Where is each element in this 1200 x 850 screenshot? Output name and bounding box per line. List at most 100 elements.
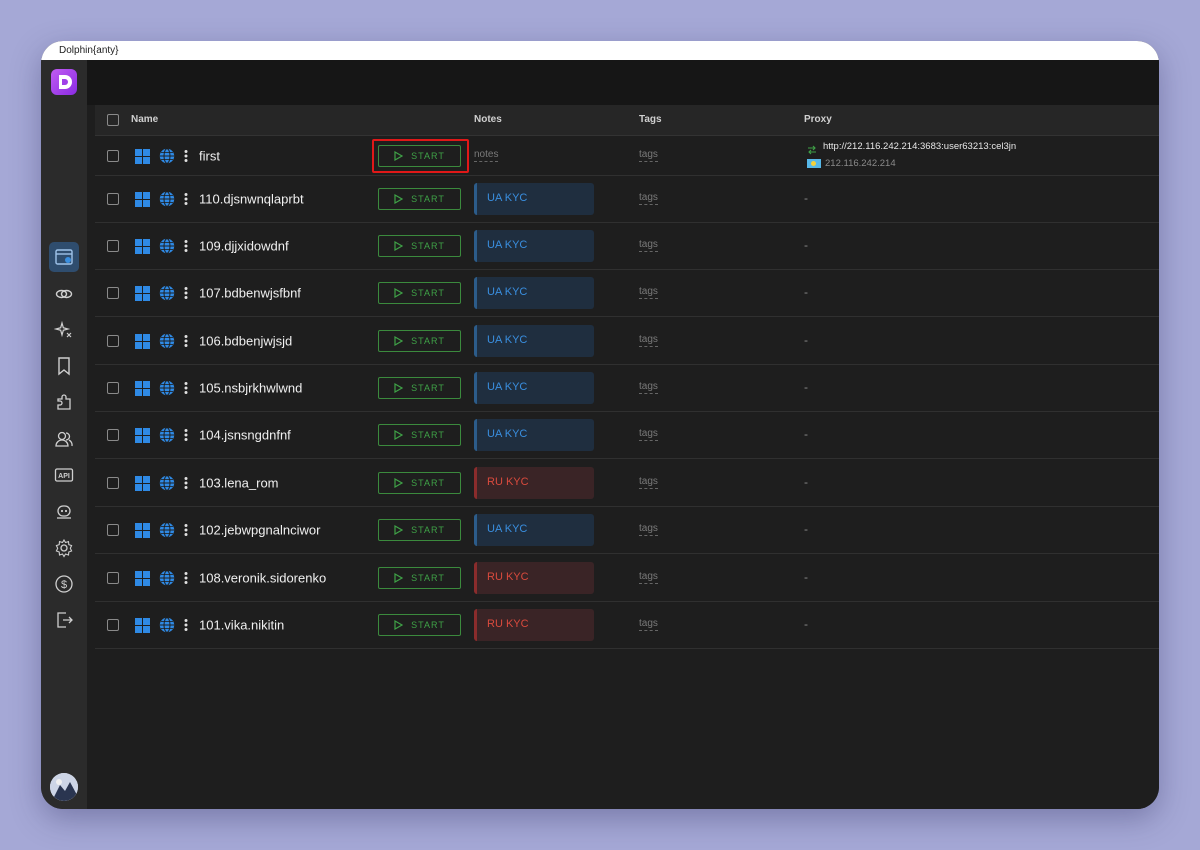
start-button[interactable]: START <box>378 329 461 352</box>
sidebar-item-puzzle[interactable] <box>49 387 79 417</box>
more-options-icon[interactable] <box>183 428 189 442</box>
note-badge[interactable]: RU KYC <box>474 561 594 594</box>
profile-name[interactable]: 107.bdbenwjsfbnf <box>199 285 327 302</box>
table-row[interactable]: 107.bdbenwjsfbnf START UA KYC tags - <box>95 270 1159 317</box>
proxy-url[interactable]: http://212.116.242.214:3683:user63213:ce… <box>823 141 1016 152</box>
tags-placeholder[interactable]: tags <box>639 428 658 441</box>
proxy-empty[interactable]: - <box>804 238 808 252</box>
row-checkbox[interactable] <box>107 149 119 162</box>
table-row[interactable]: 104.jsnsngdnfnf START UA KYC tags - <box>95 412 1159 459</box>
table-row[interactable]: 103.lena_rom START RU KYC tags - <box>95 459 1159 507</box>
more-options-icon[interactable] <box>183 192 189 206</box>
more-options-icon[interactable] <box>183 239 189 253</box>
sidebar-item-browser-profiles[interactable] <box>49 242 79 272</box>
profile-name[interactable]: 105.nsbjrkhwlwnd <box>199 380 327 397</box>
sidebar-item-dollar[interactable]: $ <box>49 569 79 599</box>
note-badge[interactable]: UA KYC <box>474 514 594 546</box>
select-all-checkbox[interactable] <box>107 114 119 126</box>
tags-placeholder[interactable]: tags <box>639 239 658 252</box>
start-button[interactable]: START <box>378 566 461 589</box>
note-badge[interactable]: UA KYC <box>474 324 594 357</box>
profile-name[interactable]: 101.vika.nikitin <box>199 617 327 634</box>
globe-icon[interactable] <box>159 285 175 301</box>
sidebar-item-gear[interactable] <box>49 533 79 563</box>
note-badge[interactable]: UA KYC <box>474 230 594 262</box>
user-avatar[interactable] <box>50 773 78 801</box>
globe-icon[interactable] <box>159 147 175 164</box>
profile-name[interactable]: 106.bdbenjwjsjd <box>199 332 327 349</box>
globe-icon[interactable] <box>159 427 175 443</box>
sidebar-item-logout[interactable] <box>49 605 79 635</box>
tags-placeholder[interactable]: tags <box>639 286 658 299</box>
tags-placeholder[interactable]: tags <box>639 476 658 489</box>
note-badge[interactable]: RU KYC <box>474 466 594 499</box>
profile-name[interactable]: first <box>199 147 327 164</box>
more-options-icon[interactable] <box>183 523 189 537</box>
more-options-icon[interactable] <box>183 149 189 163</box>
profile-name[interactable]: 103.lena_rom <box>199 474 327 491</box>
tags-placeholder[interactable]: tags <box>639 192 658 205</box>
sidebar-item-sparkle[interactable] <box>49 315 79 345</box>
more-options-icon[interactable] <box>183 476 189 490</box>
row-checkbox[interactable] <box>107 476 119 489</box>
globe-icon[interactable] <box>159 191 175 207</box>
row-checkbox[interactable] <box>107 571 119 584</box>
proxy-empty[interactable]: - <box>804 191 808 205</box>
globe-icon[interactable] <box>159 332 175 349</box>
start-button[interactable]: START <box>378 188 461 210</box>
header-name[interactable]: Name <box>131 105 158 135</box>
start-button[interactable]: START <box>378 424 461 446</box>
sidebar-item-robot[interactable] <box>49 496 79 526</box>
start-button[interactable]: START <box>378 282 461 304</box>
row-checkbox[interactable] <box>107 240 119 252</box>
tags-placeholder[interactable]: tags <box>639 571 658 584</box>
start-button[interactable]: START <box>378 471 461 494</box>
note-badge[interactable]: UA KYC <box>474 183 594 215</box>
globe-icon[interactable] <box>159 474 175 491</box>
proxy-empty[interactable]: - <box>804 285 808 299</box>
notes-placeholder[interactable]: notes <box>474 149 499 162</box>
more-options-icon[interactable] <box>183 381 189 395</box>
start-button[interactable]: START <box>378 144 461 167</box>
tags-placeholder[interactable]: tags <box>639 149 658 162</box>
sidebar-item-link[interactable] <box>49 279 79 309</box>
tags-placeholder[interactable]: tags <box>639 334 658 347</box>
dolphin-logo-icon[interactable] <box>51 69 77 95</box>
start-button[interactable]: START <box>378 235 461 257</box>
profile-name[interactable]: 102.jebwpgnalnciwor <box>199 522 327 539</box>
more-options-icon[interactable] <box>183 334 189 348</box>
table-row[interactable]: first START notes tags http://212.116.242.21… <box>95 136 1159 176</box>
more-options-icon[interactable] <box>183 618 189 632</box>
globe-icon[interactable] <box>159 522 175 538</box>
proxy-empty[interactable]: - <box>804 380 808 394</box>
proxy-empty[interactable]: - <box>804 427 808 441</box>
profile-name[interactable]: 110.djsnwnqlaprbt <box>199 191 327 208</box>
more-options-icon[interactable] <box>183 571 189 585</box>
row-checkbox[interactable] <box>107 287 119 299</box>
profile-name[interactable]: 104.jsnsngdnfnf <box>199 427 327 444</box>
table-row[interactable]: 102.jebwpgnalnciwor START UA KYC tags - <box>95 507 1159 554</box>
row-checkbox[interactable] <box>107 619 119 631</box>
note-badge[interactable]: UA KYC <box>474 419 594 451</box>
row-checkbox[interactable] <box>107 334 119 347</box>
proxy-empty[interactable]: - <box>804 570 808 584</box>
sidebar-item-api[interactable]: API <box>49 460 79 490</box>
proxy-empty[interactable]: - <box>804 522 808 536</box>
note-badge[interactable]: UA KYC <box>474 372 594 404</box>
table-row[interactable]: 110.djsnwnqlaprbt START UA KYC tags - <box>95 176 1159 223</box>
start-button[interactable]: START <box>378 377 461 399</box>
row-checkbox[interactable] <box>107 429 119 441</box>
row-checkbox[interactable] <box>107 382 119 394</box>
profile-name[interactable]: 109.djjxidowdnf <box>199 238 327 255</box>
tags-placeholder[interactable]: tags <box>639 523 658 536</box>
table-row[interactable]: 109.djjxidowdnf START UA KYC tags - <box>95 223 1159 270</box>
sidebar-item-bookmark[interactable] <box>49 351 79 381</box>
note-badge[interactable]: UA KYC <box>474 277 594 309</box>
sidebar-item-users[interactable] <box>49 424 79 454</box>
globe-icon[interactable] <box>159 617 175 633</box>
table-row[interactable]: 105.nsbjrkhwlwnd START UA KYC tags - <box>95 365 1159 412</box>
proxy-empty[interactable]: - <box>804 333 808 347</box>
globe-icon[interactable] <box>159 238 175 254</box>
tags-placeholder[interactable]: tags <box>639 618 658 631</box>
row-checkbox[interactable] <box>107 524 119 536</box>
